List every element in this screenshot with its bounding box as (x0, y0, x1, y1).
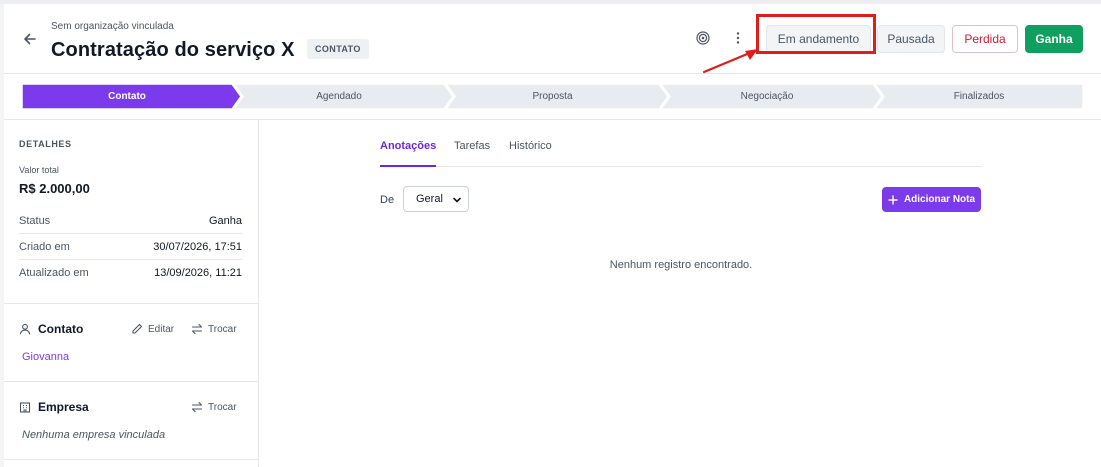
swap-contact-button[interactable]: Trocar (191, 323, 237, 335)
building-icon (19, 402, 31, 413)
contact-name-link[interactable]: Giovanna (22, 351, 69, 363)
detail-value: Ganha (208, 214, 242, 227)
deal-header: Sem organização vinculada Contratação do… (4, 4, 1101, 74)
stage-proposta[interactable]: Proposta (446, 84, 659, 109)
details-heading: DETALHES (19, 139, 72, 149)
empty-state-message: Nenhum registro encontrado. (609, 259, 753, 271)
filter-select[interactable]: Geral (403, 186, 469, 212)
detail-value: 13/09/2026, 11:21 (154, 267, 242, 279)
tab-historico[interactable]: Histórico (509, 140, 552, 167)
chevron-down-icon (453, 197, 461, 203)
company-heading-label: Empresa (38, 400, 89, 414)
stage-finalizados[interactable]: Finalizados (875, 84, 1083, 109)
filter-value: Geral (416, 193, 443, 205)
em-andamento-button[interactable]: Em andamento (766, 25, 871, 53)
swap-label: Trocar (208, 401, 237, 413)
add-note-label: Adicionar Nota (903, 194, 976, 205)
tab-tarefas[interactable]: Tarefas (454, 140, 490, 167)
section-divider (4, 459, 258, 460)
more-options-icon[interactable] (733, 31, 743, 45)
ganha-button[interactable]: Ganha (1025, 25, 1083, 53)
detail-label: Status (19, 214, 51, 227)
detail-value: 30/07/2026, 17:51 (153, 240, 242, 253)
total-value-label: Valor total (19, 165, 59, 175)
details-sidebar: DETALHES Valor total R$ 2.000,00 Status … (4, 120, 259, 467)
page-title: Contratação do serviço X (51, 39, 295, 61)
target-icon[interactable] (696, 31, 710, 45)
user-icon (19, 323, 31, 335)
detail-label: Criado em (19, 240, 70, 253)
section-divider (4, 303, 258, 304)
edit-label: Editar (148, 323, 175, 335)
contact-heading-label: Contato (38, 322, 84, 336)
swap-company-button[interactable]: Trocar (191, 401, 237, 413)
section-divider (4, 381, 258, 382)
filter-label: De (380, 194, 395, 206)
contact-heading: Contato (19, 322, 83, 336)
edit-contact-button[interactable]: Editar (131, 323, 174, 335)
organization-label: Sem organização vinculada (51, 21, 174, 32)
plus-icon (888, 194, 898, 205)
detail-row-status: Status Ganha (19, 208, 242, 234)
swap-icon (191, 323, 203, 335)
empty-company-text: Nenhuma empresa vinculada (22, 429, 166, 441)
perdida-button[interactable]: Perdida (952, 25, 1018, 53)
swap-label: Trocar (208, 323, 237, 335)
pipeline-bar: Contato Agendado Proposta Negociação Fin… (22, 84, 1083, 109)
add-note-button[interactable]: Adicionar Nota (882, 187, 981, 212)
back-arrow-icon[interactable] (22, 31, 38, 47)
pausada-button[interactable]: Pausada (877, 25, 945, 53)
swap-icon (191, 401, 203, 413)
detail-label: Atualizado em (19, 267, 89, 279)
detail-row-updated: Atualizado em 13/09/2026, 11:21 (19, 260, 242, 286)
type-badge: CONTATO (307, 39, 369, 59)
tab-bar: Anotações Tarefas Histórico (380, 140, 982, 167)
detail-row-created: Criado em 30/07/2026, 17:51 (19, 234, 242, 260)
tab-anotacoes[interactable]: Anotações (380, 140, 437, 167)
total-value: R$ 2.000,00 (19, 181, 90, 196)
pencil-icon (132, 323, 143, 334)
stage-agendado[interactable]: Agendado (234, 84, 444, 109)
stage-contato[interactable]: Contato (22, 84, 232, 109)
company-heading: Empresa (19, 400, 89, 414)
stage-negociacao[interactable]: Negociação (661, 84, 873, 109)
